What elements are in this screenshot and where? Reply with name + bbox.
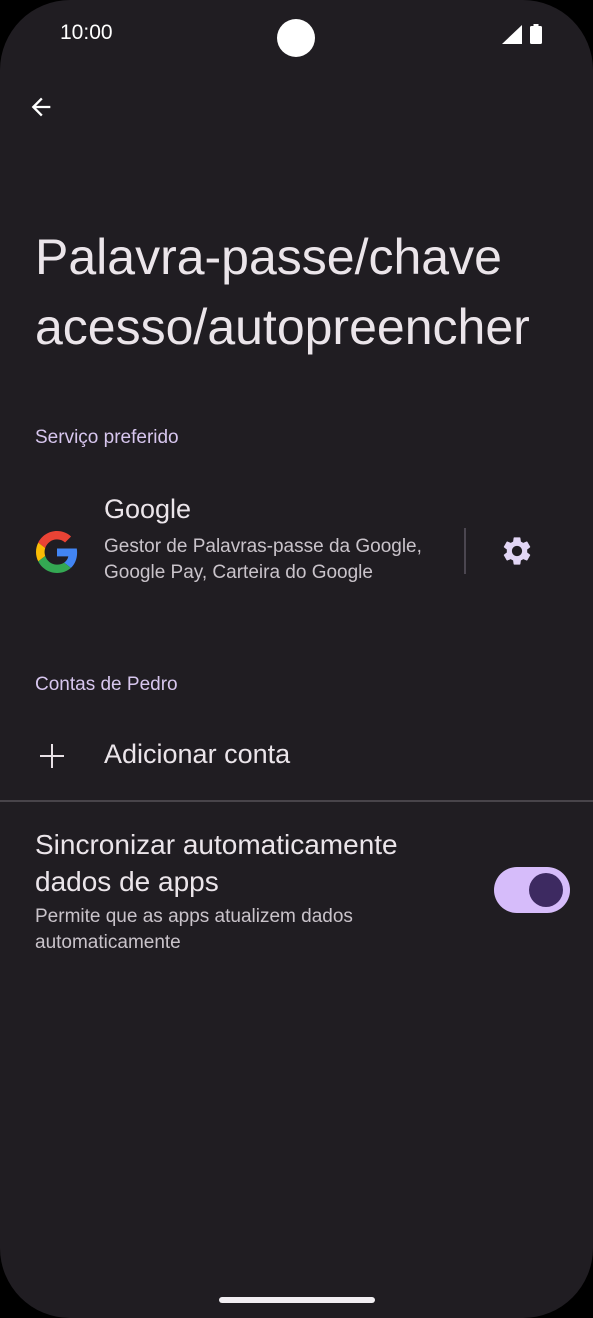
battery-icon [530,24,542,44]
page-title: Palavra-passe/chave acesso/autopreencher [35,229,530,355]
back-button[interactable] [18,84,64,130]
signal-icon [502,25,522,44]
auto-sync-toggle[interactable] [494,867,570,913]
google-icon [36,531,78,573]
vertical-divider [464,528,466,574]
preferred-service-header: Serviço preferido [35,427,179,448]
settings-gear-icon [503,537,531,565]
status-time: 10:00 [60,21,113,44]
service-name: Google [104,494,192,524]
service-description: Gestor de Palavras-passe da Google, Goog… [104,536,422,583]
camera-cutout [277,19,315,57]
back-arrow-icon [31,97,51,117]
toggle-thumb [529,873,563,907]
add-account-button[interactable]: Adicionar conta [0,716,593,798]
plus-icon [40,744,64,768]
preferred-service-item[interactable]: Google Gestor de Palavras-passe da Googl… [0,480,593,620]
screen: 10:00 Palavra-passe/chave acesso/autopre… [0,0,593,1318]
add-account-label: Adicionar conta [104,739,291,769]
home-indicator[interactable] [219,1297,375,1303]
status-bar: 10:00 [0,0,593,70]
auto-sync-description: Permite que as apps atualizem dados auto… [35,906,353,953]
auto-sync-setting[interactable]: Sincronizar automaticamente dados de app… [0,820,593,970]
service-settings-button[interactable] [492,526,542,576]
auto-sync-title: Sincronizar automaticamente dados de app… [35,829,398,897]
accounts-header: Contas de Pedro [35,674,178,695]
divider [0,800,593,802]
